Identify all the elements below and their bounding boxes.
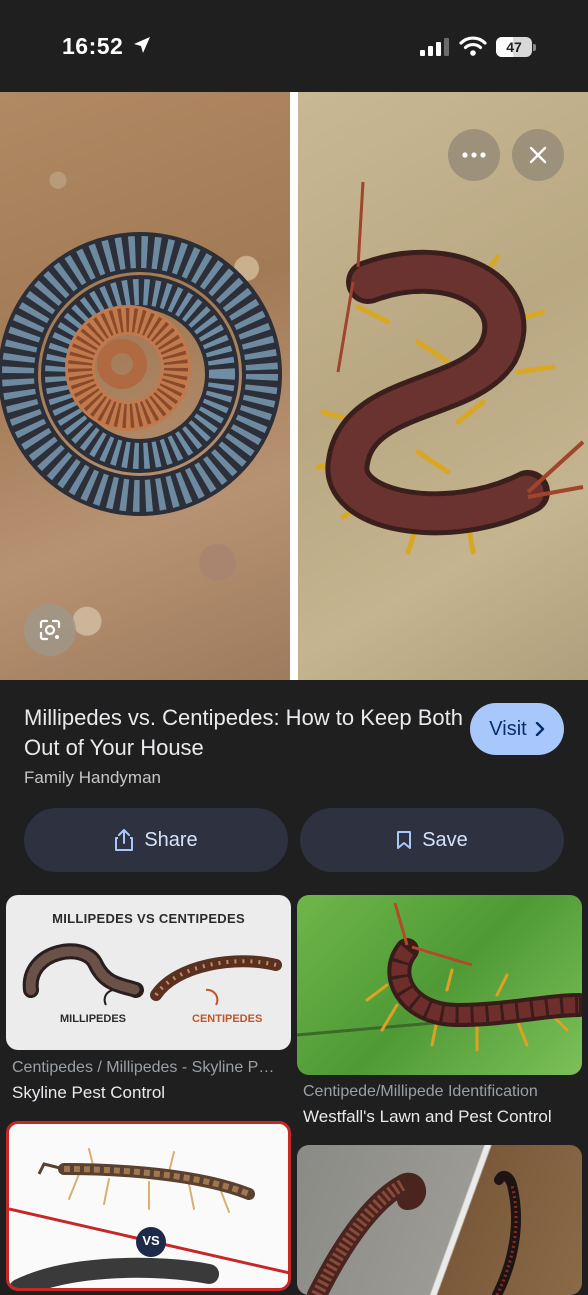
save-button[interactable]: Save: [300, 808, 564, 872]
close-button[interactable]: [512, 129, 564, 181]
visit-label: Visit: [489, 717, 527, 740]
chevron-right-icon: [535, 722, 544, 736]
cellular-signal-icon: [420, 38, 449, 56]
bookmark-icon: [397, 831, 412, 849]
visit-button[interactable]: Visit: [470, 703, 564, 755]
centipede-illustration: [315, 181, 585, 555]
status-bar: 16:52 47: [0, 0, 588, 92]
status-time: 16:52: [62, 33, 124, 59]
share-button[interactable]: Share: [24, 808, 288, 872]
millipedes-label: MILLIPEDES: [60, 1013, 127, 1025]
related-result-card[interactable]: VS: [6, 1121, 291, 1291]
related-result-card[interactable]: [297, 1145, 582, 1295]
thumbnail-heading: MILLIPEDES VS CENTIPEDES: [52, 911, 245, 926]
related-result-card[interactable]: MILLIPEDES VS CENTIPEDES MILLIPEDES CENT…: [6, 895, 291, 1105]
related-source: Skyline Pest Control: [12, 1083, 166, 1102]
related-thumbnail[interactable]: VS: [6, 1121, 291, 1291]
related-thumbnail[interactable]: [297, 895, 582, 1075]
centipede-image[interactable]: [298, 92, 588, 680]
location-arrow-icon: [134, 37, 150, 53]
battery-percent: 47: [506, 39, 522, 55]
share-icon: [115, 829, 134, 851]
battery-cap: [533, 44, 536, 51]
related-thumbnail[interactable]: [297, 1145, 582, 1295]
millipede-photos-illustration: [307, 1170, 522, 1295]
more-horizontal-icon: [462, 152, 486, 158]
vs-badge: VS: [142, 1233, 160, 1248]
share-label: Share: [144, 828, 198, 851]
lens-icon: [39, 619, 61, 641]
wifi-icon: [459, 36, 487, 56]
related-thumbnail[interactable]: MILLIPEDES VS CENTIPEDES MILLIPEDES CENT…: [6, 895, 291, 1050]
close-icon: [529, 146, 547, 164]
save-label: Save: [422, 828, 468, 851]
lens-search-button[interactable]: [24, 604, 76, 656]
related-subtitle: Centipede/Millipede Identification: [303, 1083, 538, 1100]
battery-icon: 47: [496, 37, 532, 57]
millipede-image[interactable]: [0, 92, 290, 680]
millipede-illustration: [0, 232, 282, 516]
related-source: Westfall's Lawn and Pest Control: [303, 1107, 552, 1126]
related-subtitle: Centipedes / Millipedes - Skyline Pest C…: [12, 1059, 282, 1076]
centipedes-label: CENTIPEDES: [192, 1013, 263, 1025]
centipede-on-leaf-illustration: [297, 902, 582, 1052]
more-options-button[interactable]: [448, 129, 500, 181]
result-title[interactable]: Millipedes vs. Centipedes: How to Keep B…: [24, 703, 464, 763]
result-source: Family Handyman: [24, 768, 161, 787]
image-viewer: [0, 92, 588, 680]
centipede-vs-millipede-illustration: [9, 1148, 288, 1288]
related-result-card[interactable]: Centipede/Millipede Identification Westf…: [297, 895, 582, 1130]
